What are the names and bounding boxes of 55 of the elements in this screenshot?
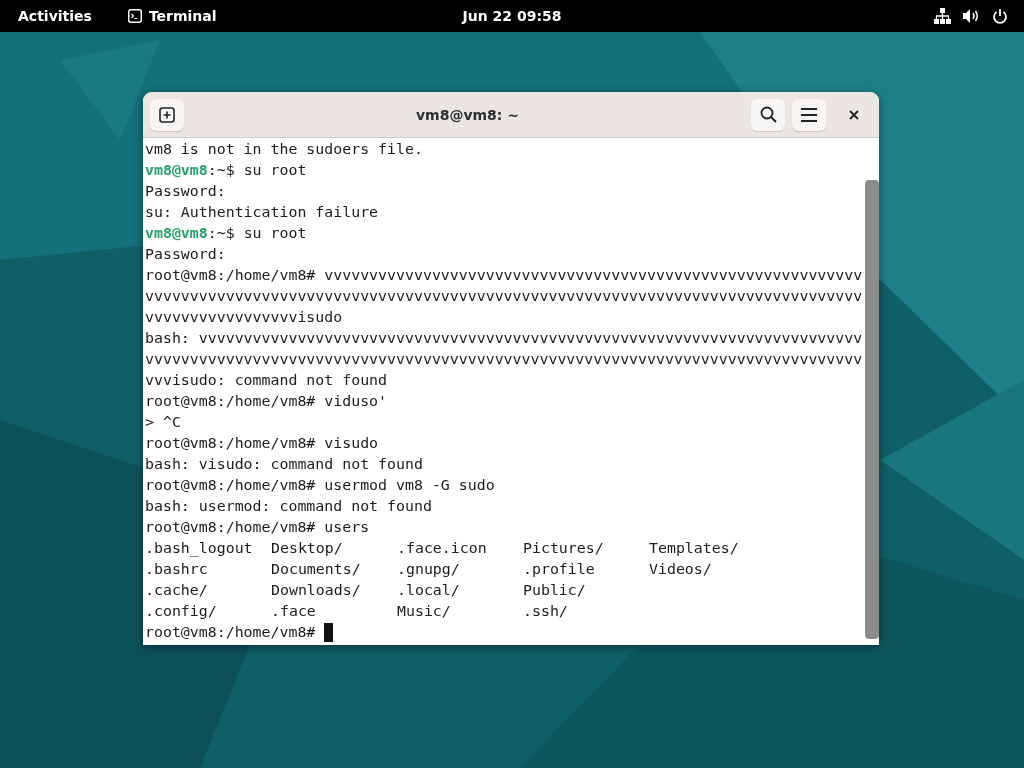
terminal-icon: [127, 9, 142, 23]
file-name: .cache/: [145, 580, 209, 601]
file-name: Templates/: [649, 538, 740, 559]
file-name: .bash_logout: [145, 538, 254, 559]
terminal-line: root@vm8:/home/vm8# viduso': [145, 391, 388, 412]
terminal-line: bash: vvvvvvvvvvvvvvvvvvvvvvvvvvvvvvvvvvvvvvvvvvvvvvvvvvvvvvvvvvvvvvvvvvvvvvvvvv: [145, 328, 863, 349]
file-name: Public/: [523, 580, 587, 601]
menu-icon: [801, 107, 817, 122]
terminal-line: root@vm8:/home/vm8# visudo: [145, 433, 379, 454]
file-name: .ssh/: [523, 601, 569, 622]
file-name: .face: [271, 601, 317, 622]
menu-button[interactable]: [792, 98, 826, 131]
new-tab-button[interactable]: [150, 98, 184, 131]
close-icon: [849, 109, 859, 120]
file-name: .config/: [145, 601, 218, 622]
terminal-line: vm8 is not in the sudoers file.: [145, 139, 423, 160]
terminal-line: > ^C: [145, 412, 181, 433]
app-menu[interactable]: Terminal: [127, 8, 217, 24]
file-name: Downloads/: [271, 580, 362, 601]
file-name: Music/: [397, 601, 452, 622]
terminal-line: vm8@vm8:~$ su root: [145, 160, 307, 181]
terminal-line: root@vm8:/home/vm8# users: [145, 517, 370, 538]
terminal-line: root@vm8:/home/vm8# vvvvvvvvvvvvvvvvvvvvvvvvvvvvvvvvvvvvvvvvvvvvvvvvvvvvvvvvvvvv: [145, 265, 863, 286]
file-name: Desktop/: [271, 538, 344, 559]
volume-icon[interactable]: [963, 8, 980, 24]
file-name: .face.icon: [397, 538, 488, 559]
plus-icon: [159, 106, 175, 123]
terminal-line: bash: usermod: command not found: [145, 496, 432, 517]
search-button[interactable]: [751, 98, 785, 131]
text-cursor: [324, 623, 334, 642]
terminal-line: root@vm8:/home/vm8#: [145, 622, 317, 643]
file-name: Pictures/: [523, 538, 605, 559]
file-name: .gnupg/: [397, 559, 461, 580]
terminal-line: vvvvvvvvvvvvvvvvvisudo: [145, 307, 343, 328]
file-name: .local/: [397, 580, 461, 601]
terminal-line: root@vm8:/home/vm8# usermod vm8 -G sudo: [145, 475, 495, 496]
terminal-line: bash: visudo: command not found: [145, 454, 423, 475]
power-icon[interactable]: [992, 8, 1008, 24]
activities-button[interactable]: Activities: [18, 8, 92, 24]
scrollbar[interactable]: [865, 180, 879, 639]
terminal-line: su: Authentication failure: [145, 202, 379, 223]
terminal-line: vvvvvvvvvvvvvvvvvvvvvvvvvvvvvvvvvvvvvvvvvvvvvvvvvvvvvvvvvvvvvvvvvvvvvvvvvvvvvvvv: [145, 349, 863, 370]
file-name: Documents/: [271, 559, 362, 580]
file-name: Videos/: [649, 559, 713, 580]
file-name: .profile: [523, 559, 596, 580]
terminal-line: vvvvvvvvvvvvvvvvvvvvvvvvvvvvvvvvvvvvvvvvvvvvvvvvvvvvvvvvvvvvvvvvvvvvvvvvvvvvvvvv: [145, 286, 863, 307]
terminal-line: vvvisudo: command not found: [145, 370, 388, 391]
network-icon[interactable]: [934, 8, 951, 24]
clock[interactable]: Jun 22 09:58: [462, 8, 562, 24]
search-icon: [759, 106, 777, 123]
terminal-line: Password:: [145, 181, 226, 202]
terminal-line: vm8@vm8:~$ su root: [145, 223, 307, 244]
window-title: vm8@vm8: ~: [414, 106, 521, 123]
file-name: .bashrc: [145, 559, 209, 580]
terminal-line: Password:: [145, 244, 226, 265]
